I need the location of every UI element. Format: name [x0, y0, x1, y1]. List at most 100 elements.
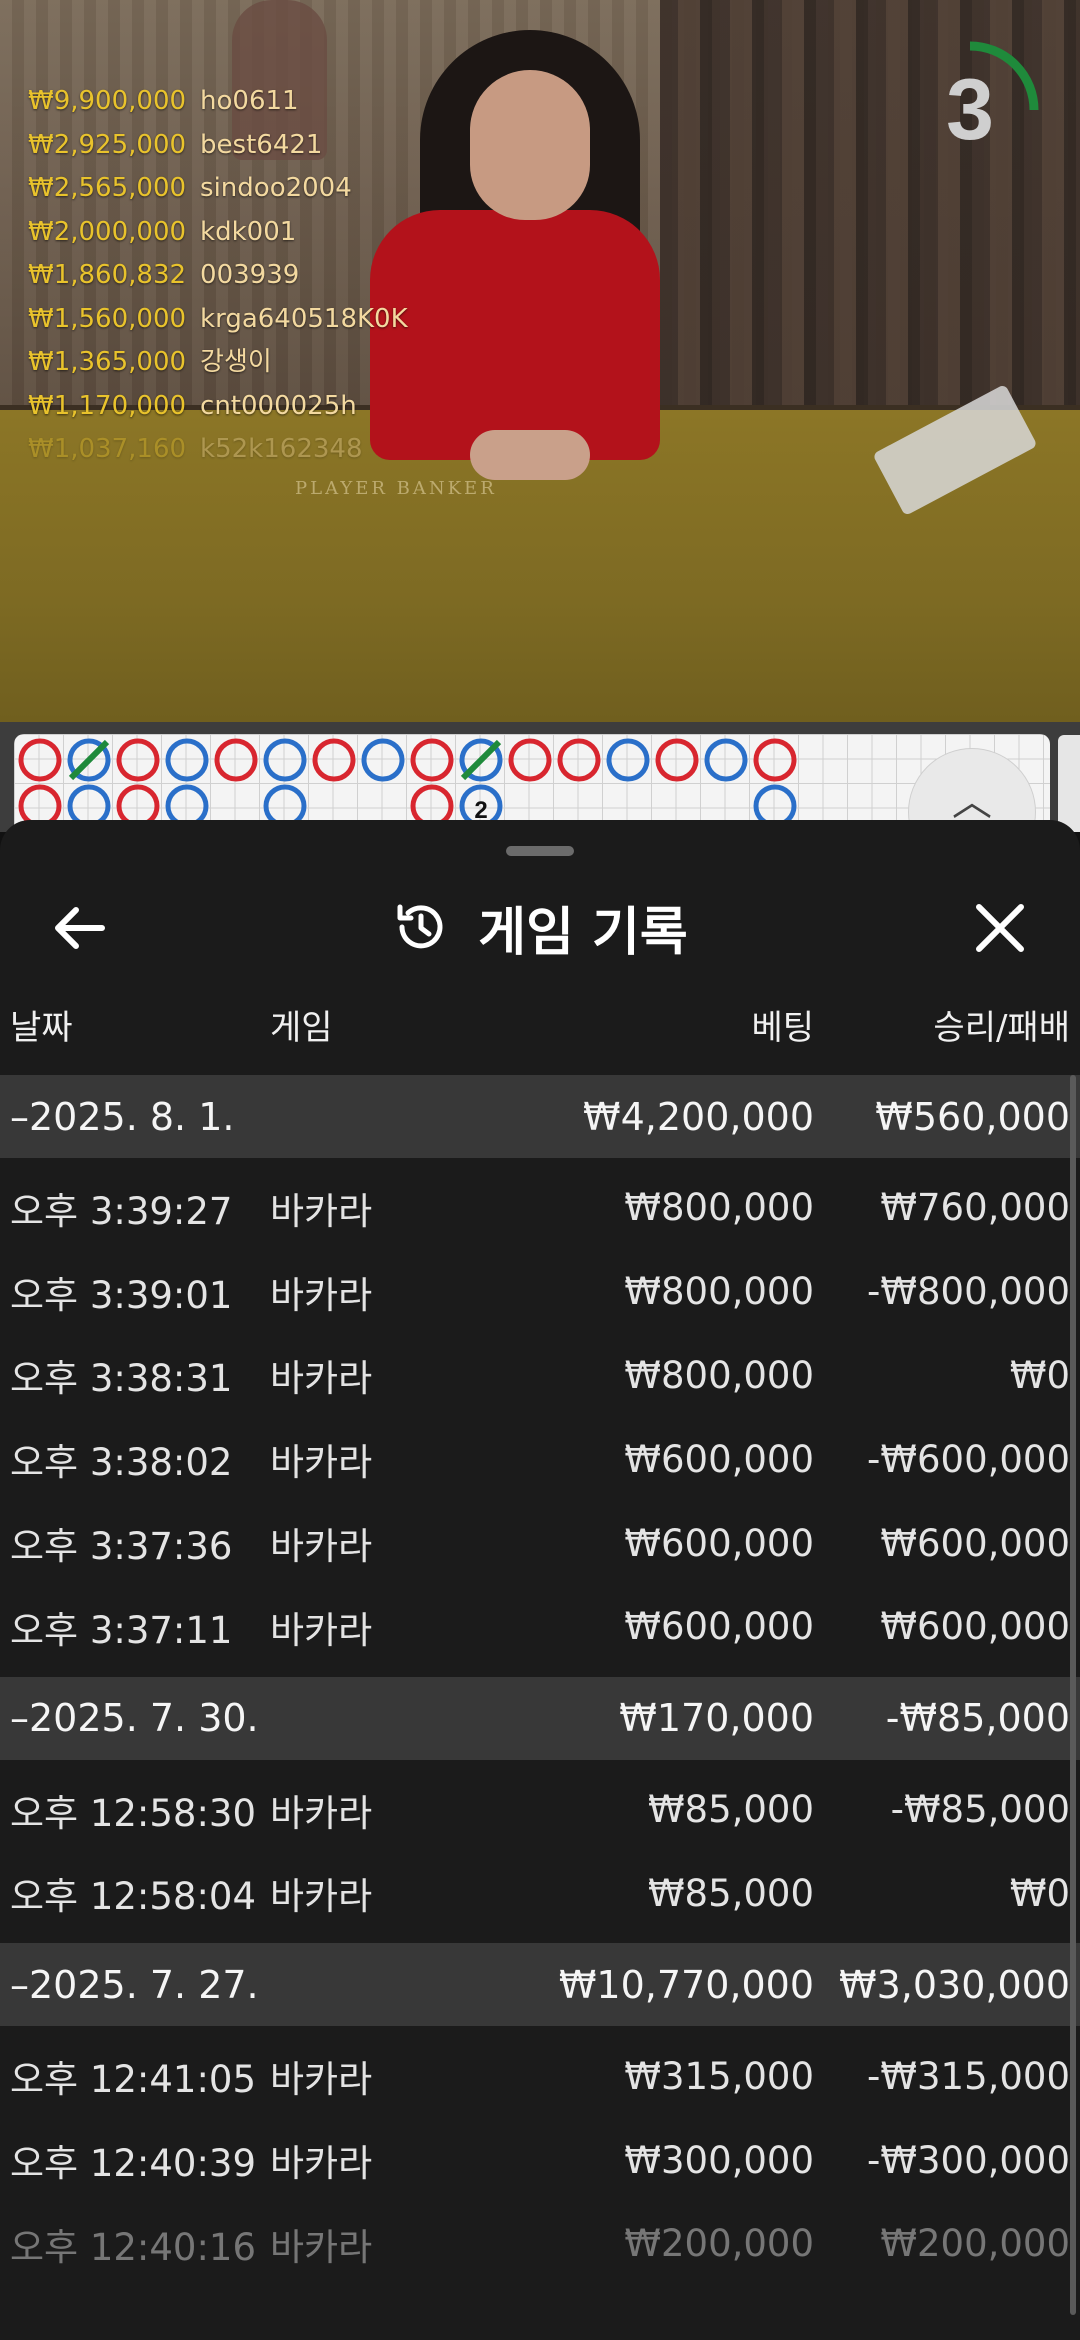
- banker-bead: [312, 738, 356, 782]
- row-bet: ₩315,000: [624, 2054, 814, 2098]
- history-row[interactable]: 오후 3:39:27 바카라 ₩800,000 ₩760,000: [0, 1166, 1080, 1250]
- row-result: ₩200,000: [880, 2222, 1070, 2266]
- dealer-body: [370, 210, 660, 460]
- date-group-row[interactable]: –2025. 7. 27. ₩10,770,000 ₩3,030,000: [0, 1943, 1080, 2027]
- history-row[interactable]: 오후 3:39:01 바카라 ₩800,000 -₩800,000: [0, 1250, 1080, 1334]
- row-bet: ₩300,000: [624, 2138, 814, 2182]
- leaderboard-entry: ₩1,560,000 krga640518K0K: [28, 298, 408, 342]
- row-game: 바카라: [270, 1189, 373, 1233]
- row-result: ₩600,000: [880, 1521, 1070, 1565]
- row-game: 바카라: [270, 1525, 373, 1569]
- leaderboard-entry: ₩2,925,000 best6421: [28, 124, 408, 168]
- table-felt-text: PLAYER BANKER: [295, 478, 497, 499]
- leaderboard-amount: ₩1,560,000: [28, 303, 187, 334]
- row-time: 오후 12:40:16: [10, 2225, 257, 2269]
- leaderboard-amount: ₩2,925,000: [28, 129, 187, 160]
- column-header-date: 날짜: [10, 1008, 73, 1048]
- leaderboard-amount: ₩1,170,000: [28, 390, 187, 421]
- close-button[interactable]: [960, 888, 1040, 968]
- row-bet: ₩200,000: [624, 2222, 814, 2266]
- leaderboard-username: 003939: [200, 260, 300, 290]
- banker-bead: [655, 738, 699, 782]
- history-row[interactable]: 오후 12:41:05 바카라 ₩315,000 -₩315,000: [0, 2034, 1080, 2118]
- history-row[interactable]: 오후 12:58:04 바카라 ₩85,000 ₩0: [0, 1852, 1080, 1936]
- chevron-up-icon: ︿: [952, 779, 992, 825]
- leaderboard-username: 강생이: [200, 347, 272, 377]
- dealer-hands: [470, 430, 590, 480]
- leaderboard-amount: ₩2,000,000: [28, 216, 187, 247]
- row-bet: ₩85,000: [647, 1871, 814, 1915]
- column-header-game: 게임: [270, 1008, 333, 1048]
- leaderboard-amount: ₩2,565,000: [28, 173, 187, 203]
- row-result: -₩800,000: [867, 1270, 1070, 1314]
- row-time: 오후 12:40:39: [10, 2142, 257, 2186]
- sheet-drag-handle[interactable]: [506, 846, 574, 856]
- banker-bead: [410, 738, 454, 782]
- leaderboard-amount: ₩9,900,000: [28, 86, 187, 116]
- row-result: ₩760,000: [880, 1186, 1070, 1230]
- leaderboard-username: sindoo2004: [200, 173, 352, 203]
- banker-bead: [753, 738, 797, 782]
- leaderboard-username: best6421: [200, 129, 323, 160]
- leaderboard-amount: ₩1,860,832: [28, 260, 187, 290]
- row-game: 바카라: [270, 1273, 373, 1317]
- group-bet-total: ₩10,770,000: [558, 1962, 814, 2007]
- bet-timer: 3: [900, 40, 1040, 180]
- banker-bead: [18, 738, 62, 782]
- group-result-total: ₩3,030,000: [839, 1962, 1070, 2007]
- column-header-result: 승리/패배: [933, 1008, 1070, 1048]
- row-result: ₩0: [1009, 1871, 1070, 1915]
- row-game: 바카라: [270, 1357, 373, 1401]
- column-header-bet: 베팅: [751, 1008, 814, 1048]
- history-row[interactable]: 오후 12:40:39 바카라 ₩300,000 -₩300,000: [0, 2118, 1080, 2202]
- history-row[interactable]: 오후 12:40:16 바카라 ₩200,000 ₩200,000: [0, 2202, 1080, 2286]
- row-result: -₩315,000: [867, 2054, 1070, 2098]
- row-game: 바카라: [270, 2225, 373, 2269]
- row-bet: ₩800,000: [624, 1270, 814, 1314]
- timer-value: 3: [946, 62, 994, 158]
- row-bet: ₩600,000: [624, 1437, 814, 1481]
- leaderboard-username: kdk001: [200, 216, 297, 247]
- banker-bead: [508, 738, 552, 782]
- history-row[interactable]: 오후 3:37:11 바카라 ₩600,000 ₩600,000: [0, 1585, 1080, 1669]
- leaderboard-entry: ₩1,365,000 강생이: [28, 341, 408, 385]
- history-row[interactable]: 오후 3:38:31 바카라 ₩800,000 ₩0: [0, 1334, 1080, 1418]
- history-row[interactable]: 오후 3:37:36 바카라 ₩600,000 ₩600,000: [0, 1501, 1080, 1585]
- group-result-total: ₩560,000: [875, 1094, 1070, 1139]
- history-row[interactable]: 오후 3:38:02 바카라 ₩600,000 -₩600,000: [0, 1417, 1080, 1501]
- sheet-header: 게임 기록: [0, 882, 1080, 972]
- history-row[interactable]: 오후 12:58:30 바카라 ₩85,000 -₩85,000: [0, 1768, 1080, 1852]
- player-bead: [165, 738, 209, 782]
- game-history-sheet: 게임 기록 날짜 게임 베팅 승리/패배 –2025. 8. 1. ₩4,200,…: [0, 820, 1080, 2340]
- row-bet: ₩800,000: [624, 1353, 814, 1397]
- row-game: 바카라: [270, 2142, 373, 2186]
- leaderboard-amount: ₩1,037,160: [28, 434, 187, 464]
- row-bet: ₩600,000: [624, 1521, 814, 1565]
- row-result: -₩300,000: [867, 2138, 1070, 2182]
- live-video: PLAYER BANKER ₩9,900,000 ho0611 ₩2,925,000…: [0, 0, 1080, 722]
- leaderboard-username: krga640518K0K: [200, 303, 408, 334]
- player-bead: [606, 738, 650, 782]
- history-scrollbar[interactable]: [1070, 1075, 1076, 2315]
- leaderboard-entry: ₩1,037,160 k52k162348: [28, 428, 408, 472]
- history-icon: [397, 904, 443, 949]
- leaderboard-entry: ₩1,170,000 cnt000025h: [28, 385, 408, 429]
- date-group-row[interactable]: –2025. 7. 30. ₩170,000 -₩85,000: [0, 1676, 1080, 1760]
- leaderboard-username: cnt000025h: [200, 390, 357, 421]
- date-group-row[interactable]: –2025. 8. 1. ₩4,200,000 ₩560,000: [0, 1075, 1080, 1158]
- road-edge-panel: [1058, 735, 1080, 832]
- group-bet-total: ₩170,000: [619, 1696, 814, 1741]
- leaderboard-entry: ₩1,860,832 003939: [28, 254, 408, 298]
- row-time: 오후 3:37:11: [10, 1608, 233, 1652]
- row-time: 오후 12:58:30: [10, 1791, 257, 1835]
- player-bead: [704, 738, 748, 782]
- leaderboard-entry: ₩2,000,000 kdk001: [28, 211, 408, 255]
- row-game: 바카라: [270, 1441, 373, 1485]
- dealer-face: [470, 70, 590, 220]
- leaderboard-amount: ₩1,365,000: [28, 347, 187, 377]
- leaderboard-username: ho0611: [200, 86, 299, 116]
- row-game: 바카라: [270, 1608, 373, 1652]
- row-time: 오후 3:37:36: [10, 1525, 233, 1569]
- leaderboard-entry: ₩2,565,000 sindoo2004: [28, 167, 408, 211]
- row-result: -₩85,000: [890, 1788, 1070, 1832]
